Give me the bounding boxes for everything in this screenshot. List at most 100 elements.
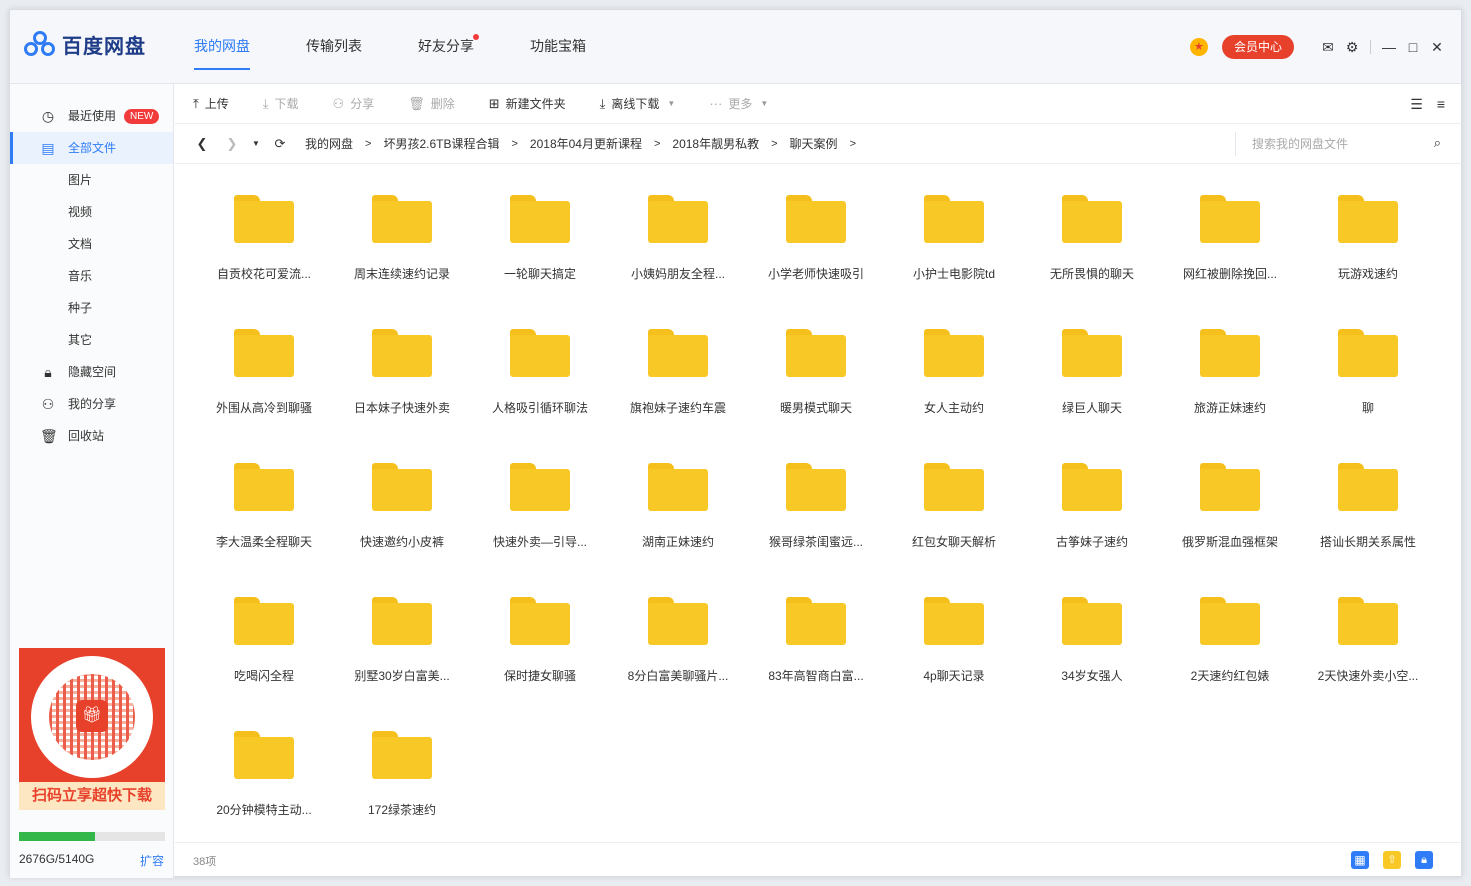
nav-tab-my-disk[interactable]: 我的网盘 <box>186 10 258 84</box>
more-button[interactable]: ··· 更多 ▼ <box>709 95 768 112</box>
folder-icon <box>510 463 570 511</box>
folder-item[interactable]: 暖男模式聊天 <box>747 329 885 463</box>
folder-item[interactable]: 小护士电影院td <box>885 195 1023 329</box>
folder-item[interactable]: 一轮聊天搞定 <box>471 195 609 329</box>
breadcrumb-separator-icon[interactable]: > <box>850 138 856 150</box>
offline-download-button[interactable]: ⤓ 离线下载 ▼ <box>600 95 676 112</box>
folder-item[interactable]: 34岁女强人 <box>1023 597 1161 731</box>
folder-item[interactable]: 玩游戏速约 <box>1299 195 1437 329</box>
folder-item[interactable]: 搭讪长期关系属性 <box>1299 463 1437 597</box>
minimize-icon[interactable]: — <box>1377 39 1401 55</box>
sidebar-item-documents[interactable]: 文档 <box>10 228 173 260</box>
share-button[interactable]: ⚇ 分享 <box>333 95 375 112</box>
folder-item[interactable]: 保时捷女聊骚 <box>471 597 609 731</box>
lock-icon[interactable]: 🔒︎ <box>1415 851 1433 869</box>
nav-tab-toolbox[interactable]: 功能宝箱 <box>522 10 594 84</box>
share-icon: ⚇ <box>332 95 345 111</box>
download-button[interactable]: ⤓ 下载 <box>263 95 299 112</box>
nav-tab-transfer-list[interactable]: 传输列表 <box>298 10 370 84</box>
folder-item[interactable]: 红包女聊天解析 <box>885 463 1023 597</box>
sidebar-item-all-files[interactable]: ▤ 全部文件 <box>10 132 173 164</box>
sidebar-item-torrents[interactable]: 种子 <box>10 292 173 324</box>
folder-icon <box>1338 195 1398 243</box>
grid-view-icon[interactable]: ▦ <box>1351 851 1369 869</box>
sidebar-item-videos[interactable]: 视频 <box>10 196 173 228</box>
folder-item[interactable]: 自贡校花可爱流... <box>195 195 333 329</box>
search-box: ⌕ <box>1235 132 1461 156</box>
sidebar-item-others[interactable]: 其它 <box>10 324 173 356</box>
storage-bar-fill <box>19 832 95 841</box>
history-dropdown-icon[interactable]: ▼ <box>251 139 261 148</box>
folder-item[interactable]: 2天快速外卖小空... <box>1299 597 1437 731</box>
folder-item[interactable]: 周末连续速约记录 <box>333 195 471 329</box>
folder-name: 网红被删除挽回... <box>1182 267 1277 281</box>
folder-name: 周末连续速约记录 <box>353 267 450 281</box>
folder-icon <box>1200 329 1260 377</box>
folder-item[interactable]: 小姨妈朋友全程... <box>609 195 747 329</box>
folder-item[interactable]: 绿巨人聊天 <box>1023 329 1161 463</box>
folder-item[interactable]: 湖南正妹速约 <box>609 463 747 597</box>
folder-icon <box>786 329 846 377</box>
refresh-icon[interactable]: ⟳ <box>269 136 291 152</box>
breadcrumb-item[interactable]: 2018年靓男私教 <box>672 135 759 152</box>
mail-icon[interactable]: ✉ <box>1316 39 1340 56</box>
breadcrumb-item[interactable]: 坏男孩2.6TB课程合辑 <box>383 135 499 152</box>
folder-item[interactable]: 日本妹子快速外卖 <box>333 329 471 463</box>
sidebar-item-recent[interactable]: ◷ 最近使用 NEW <box>10 100 173 132</box>
folder-item[interactable]: 古筝妹子速约 <box>1023 463 1161 597</box>
sidebar-item-recycle-bin[interactable]: 🗑︎ 回收站 <box>10 420 173 452</box>
sidebar-item-my-shares[interactable]: ⚇ 我的分享 <box>10 388 173 420</box>
vip-center-button[interactable]: 会员中心 <box>1221 35 1294 59</box>
folder-item[interactable]: 快速邀约小皮裤 <box>333 463 471 597</box>
delete-button[interactable]: 🗑︎ 删除 <box>408 95 455 112</box>
list-view-icon[interactable]: ≡ <box>1437 96 1445 113</box>
folder-item[interactable]: 聊 <box>1299 329 1437 463</box>
folder-upload-icon[interactable]: ⇧ <box>1383 851 1401 869</box>
download-icon: ⤓ <box>262 95 269 111</box>
folder-item[interactable]: 83年高智商白富... <box>747 597 885 731</box>
folder-item[interactable]: 人格吸引循环聊法 <box>471 329 609 463</box>
folder-item[interactable]: 网红被删除挽回... <box>1161 195 1299 329</box>
folder-item[interactable]: 别墅30岁白富美... <box>333 597 471 731</box>
promo-qr-banner[interactable]: 🎁︎ 扫码立享超快下载 <box>19 648 165 810</box>
folder-item[interactable]: 2天速约红包婊 <box>1161 597 1299 731</box>
upload-button[interactable]: ⤒ 上传 <box>193 95 229 112</box>
sidebar-item-music[interactable]: 音乐 <box>10 260 173 292</box>
breadcrumb-item[interactable]: 聊天案例 <box>790 135 838 152</box>
crown-icon[interactable]: ★ <box>1189 38 1208 56</box>
folder-item[interactable]: 快速外卖—引导... <box>471 463 609 597</box>
folder-item[interactable]: 女人主动约 <box>885 329 1023 463</box>
forward-icon[interactable]: ❯ <box>221 136 243 152</box>
sort-icon[interactable]: ☰ <box>1410 96 1423 113</box>
folder-item[interactable]: 无所畏惧的聊天 <box>1023 195 1161 329</box>
sidebar-item-images[interactable]: 图片 <box>10 164 173 196</box>
app-title: 百度网盘 <box>62 36 146 58</box>
new-folder-button[interactable]: ⊞ 新建文件夹 <box>489 95 566 112</box>
back-icon[interactable]: ❮ <box>191 136 213 152</box>
folder-item[interactable]: 吃喝闪全程 <box>195 597 333 731</box>
expand-storage-link[interactable]: 扩容 <box>140 852 164 869</box>
folder-icon <box>1062 597 1122 645</box>
folder-icon <box>1200 195 1260 243</box>
close-icon[interactable]: ✕ <box>1425 39 1449 56</box>
folder-icon <box>1338 329 1398 377</box>
folder-item[interactable]: 4p聊天记录 <box>885 597 1023 731</box>
folder-item[interactable]: 李大温柔全程聊天 <box>195 463 333 597</box>
nav-tab-friend-share[interactable]: 好友分享 <box>410 10 482 84</box>
folder-item[interactable]: 俄罗斯混血强框架 <box>1161 463 1299 597</box>
app-logo[interactable]: 百度网盘 <box>24 30 146 59</box>
folder-item[interactable]: 外围从高冷到聊骚 <box>195 329 333 463</box>
breadcrumb-item[interactable]: 我的网盘 <box>305 135 353 152</box>
folder-item[interactable]: 猴哥绿茶闺蜜远... <box>747 463 885 597</box>
settings-icon[interactable]: ⚙ <box>1340 39 1364 56</box>
folder-item[interactable]: 8分白富美聊骚片... <box>609 597 747 731</box>
folder-name: 红包女聊天解析 <box>911 535 996 549</box>
folder-item[interactable]: 小学老师快速吸引 <box>747 195 885 329</box>
folder-item[interactable]: 旅游正妹速约 <box>1161 329 1299 463</box>
search-input[interactable] <box>1252 134 1412 154</box>
breadcrumb-item[interactable]: 2018年04月更新课程 <box>530 135 642 152</box>
search-icon[interactable]: ⌕ <box>1434 135 1441 151</box>
sidebar-item-hidden-space[interactable]: 🔒︎ 隐藏空间 <box>10 356 173 388</box>
maximize-icon[interactable]: □ <box>1401 39 1425 55</box>
folder-item[interactable]: 旗袍妹子速约车震 <box>609 329 747 463</box>
